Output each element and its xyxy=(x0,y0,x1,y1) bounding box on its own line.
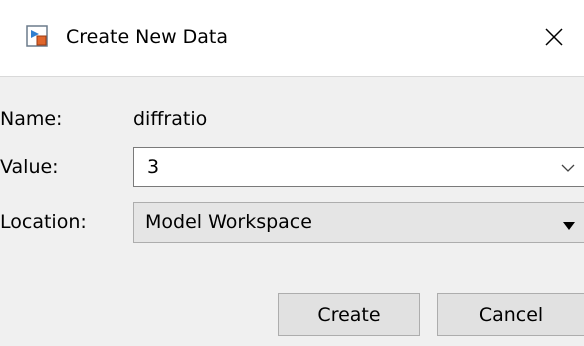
simulink-model-icon xyxy=(26,25,48,47)
close-icon xyxy=(544,27,564,47)
dropdown-arrow-icon[interactable] xyxy=(562,217,576,230)
chevron-down-icon[interactable] xyxy=(558,158,578,178)
location-selected-value: Model Workspace xyxy=(145,211,312,233)
value-input[interactable]: 3 xyxy=(147,155,159,179)
title-separator xyxy=(0,76,584,77)
close-button[interactable] xyxy=(530,14,578,60)
create-button[interactable]: Create xyxy=(278,293,420,336)
value-label: Value: xyxy=(0,156,59,178)
name-value: diffratio xyxy=(133,108,208,130)
title-bar: Create New Data xyxy=(0,0,584,76)
window-title: Create New Data xyxy=(66,26,229,48)
location-label: Location: xyxy=(0,211,87,233)
location-dropdown[interactable]: Model Workspace xyxy=(133,202,584,243)
cancel-button[interactable]: Cancel xyxy=(437,293,584,336)
create-new-data-dialog: Create New Data Name: diffratio Value: 3… xyxy=(0,0,584,346)
name-label: Name: xyxy=(0,108,63,130)
value-combobox[interactable]: 3 xyxy=(133,147,584,187)
